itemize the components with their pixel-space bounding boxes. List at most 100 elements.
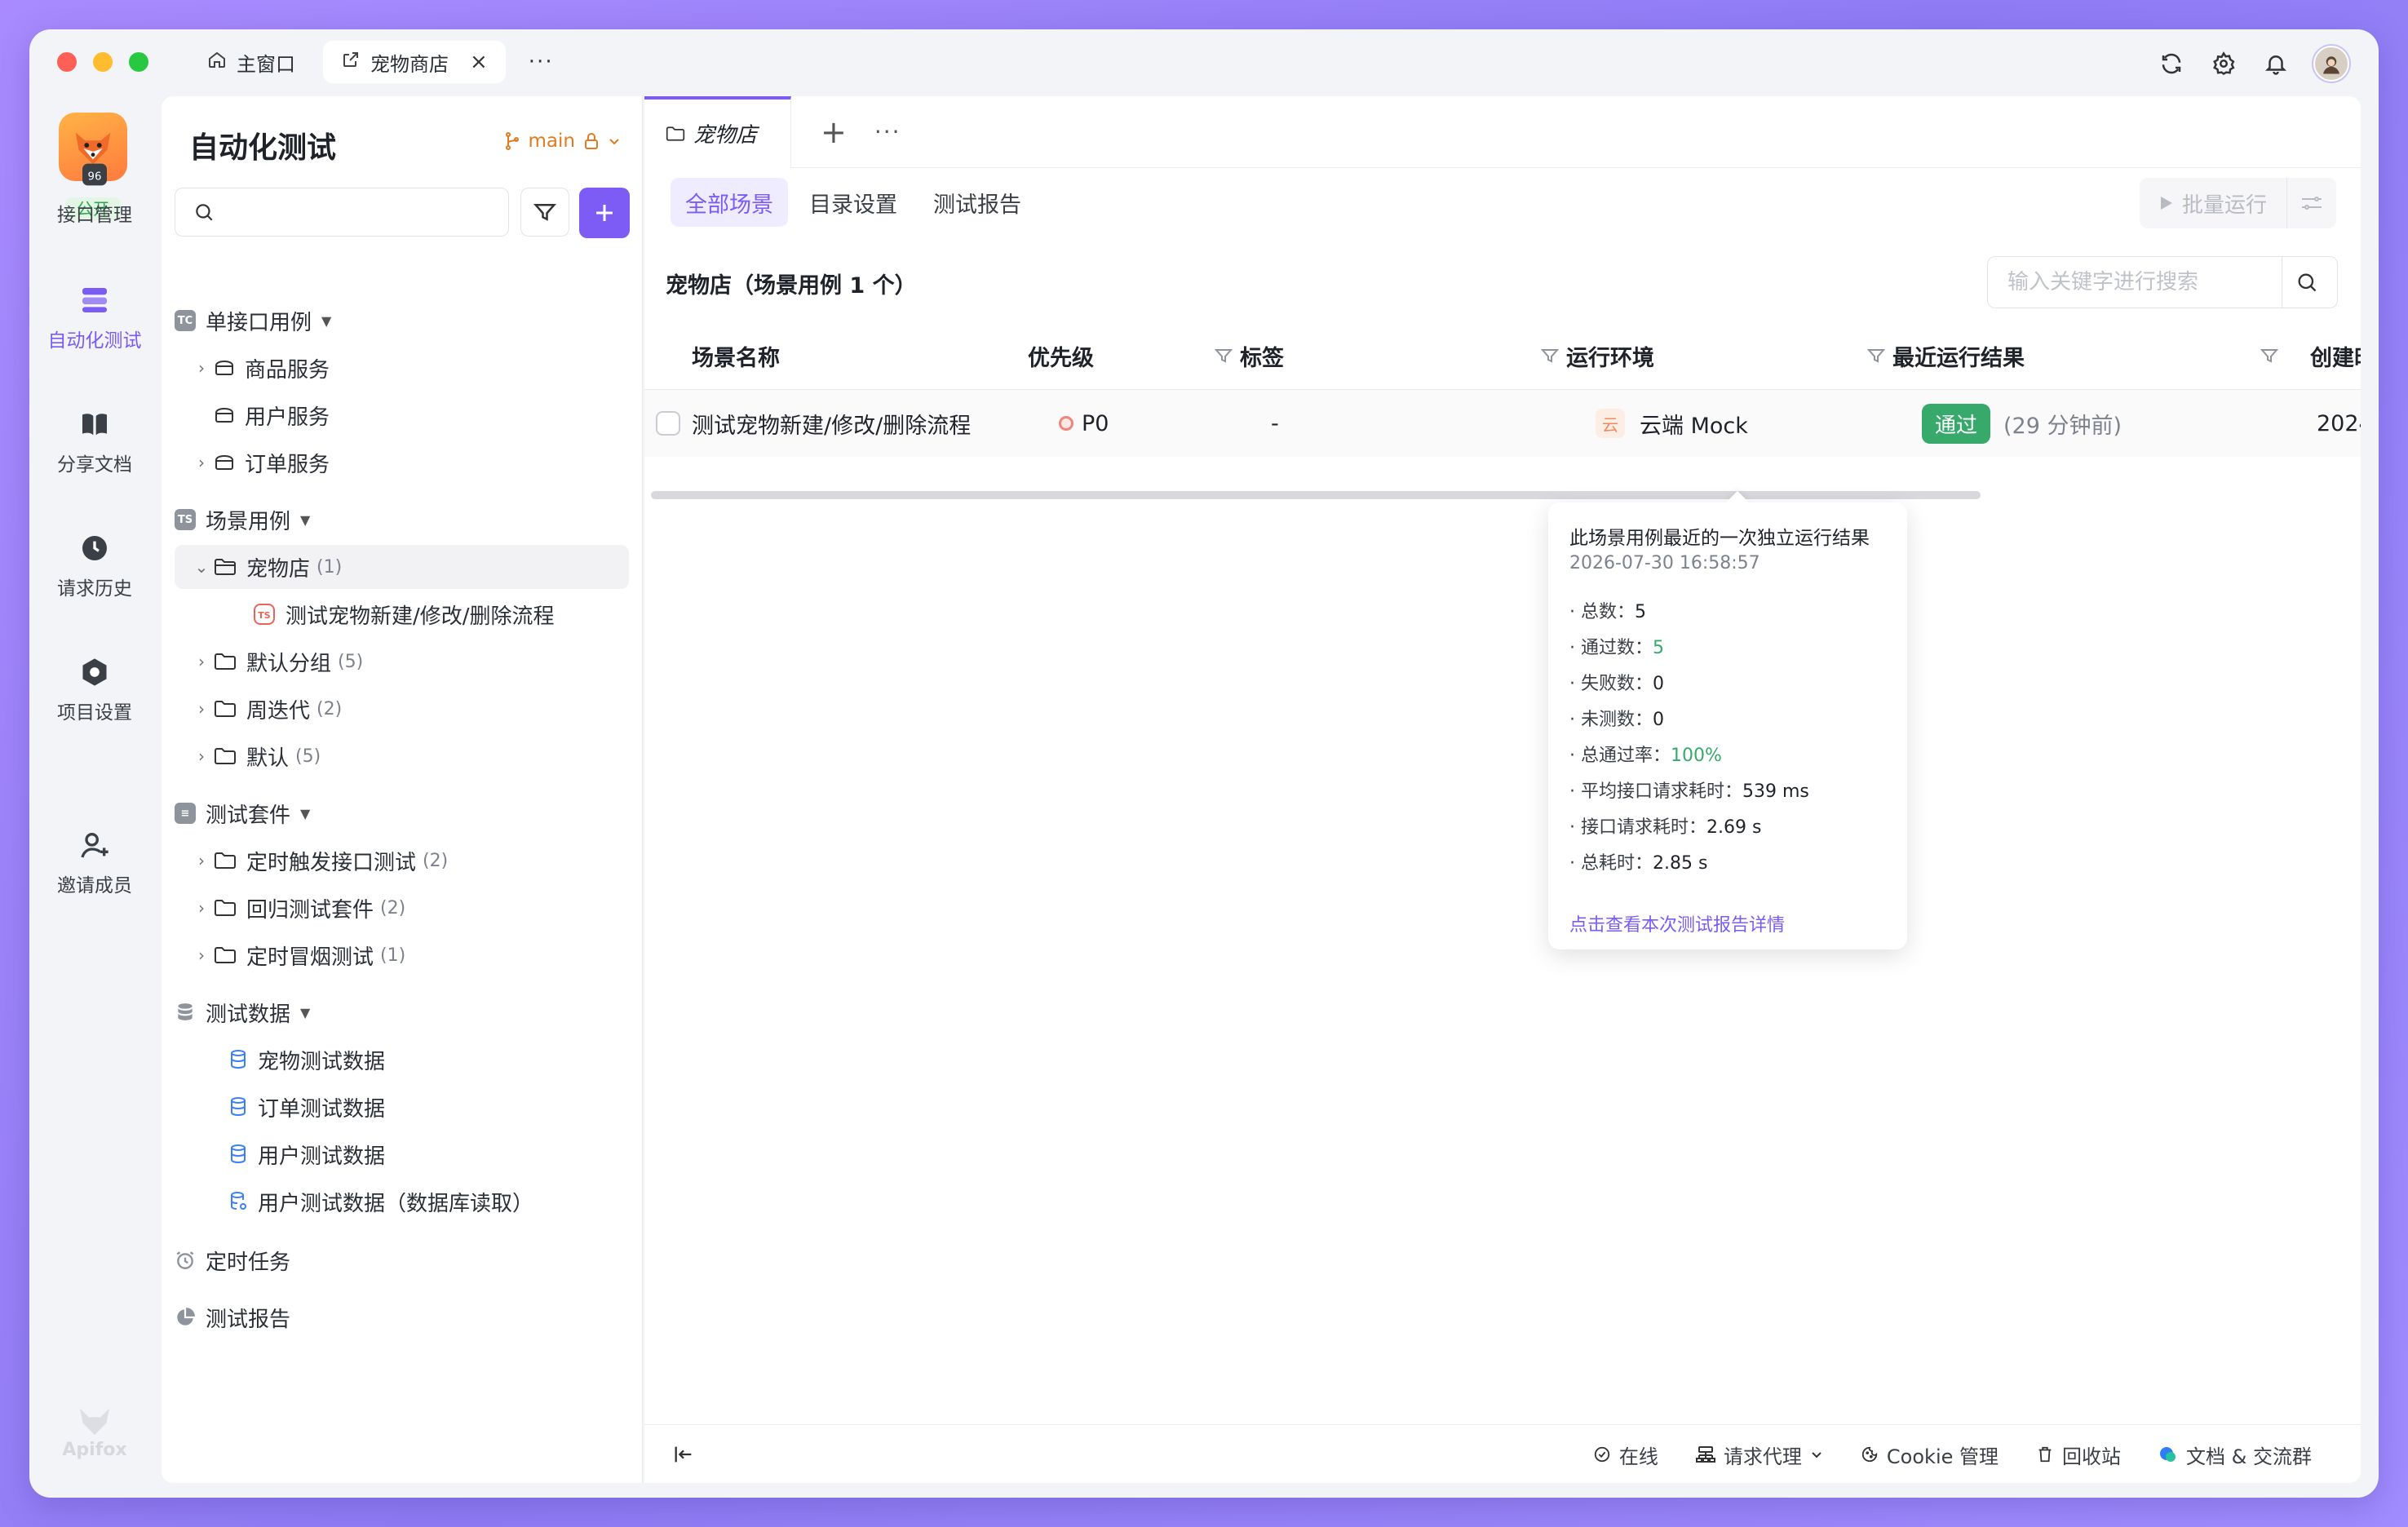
rail-item-automation[interactable]: 自动化测试 — [29, 284, 160, 352]
tree-item-regression-suite[interactable]: › 回归测试套件 (2) — [175, 886, 629, 930]
scenario-table: 场景名称 优先级 标签 运行环境 最近运行结果 创建时间 测试宠物新建/修改/删… — [644, 321, 2361, 457]
chat-icon — [2160, 1447, 2176, 1462]
tab-petstore[interactable]: 宠物店 — [644, 95, 791, 168]
column-header-priority[interactable]: 优先级 — [1028, 321, 1094, 390]
batch-settings-button[interactable] — [2287, 194, 2336, 212]
run-result-popover: 此场景用例最近的一次独立运行结果 2026-07-30 16:58:57 · 总… — [1548, 490, 1907, 949]
row-checkbox[interactable] — [656, 411, 680, 436]
tree-item-pet-data[interactable]: 宠物测试数据 — [175, 1038, 629, 1082]
window-tab-home[interactable]: 主窗口 — [189, 41, 313, 83]
section-test-data[interactable]: 测试数据 ▼ — [175, 990, 629, 1034]
tree-item-count: (5) — [295, 746, 321, 767]
tc-icon: TC — [175, 310, 196, 331]
status-badge[interactable]: 通过 — [1922, 403, 1991, 444]
clock-icon — [29, 532, 160, 564]
column-header-result[interactable]: 最近运行结果 — [1892, 321, 2025, 390]
stat-total-time: · 总耗时：2.85 s — [1569, 853, 1708, 874]
tree-item-label: 默认分组 — [246, 651, 332, 676]
tree-item-order-data[interactable]: 订单测试数据 — [175, 1085, 629, 1129]
window-tab-petstore[interactable]: 宠物商店 × — [323, 41, 506, 83]
branch-selector[interactable]: main — [504, 131, 621, 152]
sidebar-search-input[interactable] — [224, 201, 502, 224]
close-window-button[interactable] — [57, 52, 77, 72]
tree-item-weekly[interactable]: › 周迭代 (2) — [175, 687, 629, 731]
search-button[interactable] — [2282, 256, 2331, 308]
gear-icon[interactable] — [2209, 49, 2238, 78]
close-icon[interactable]: × — [470, 50, 488, 74]
tab-directory-settings[interactable]: 目录设置 — [795, 178, 912, 227]
keyword-search-input[interactable] — [1988, 270, 2282, 294]
tree-item-order-service[interactable]: › 订单服务 — [175, 440, 629, 485]
batch-run-button[interactable]: 批量运行 — [2140, 178, 2287, 228]
tree-item-user-data[interactable]: 用户测试数据 — [175, 1132, 629, 1176]
suite-icon: ≡ — [175, 803, 196, 824]
column-header-tag[interactable]: 标签 — [1240, 321, 1284, 390]
tree-item-label: 宠物测试数据 — [258, 1049, 386, 1074]
chevron-right-icon: › — [198, 652, 205, 671]
service-icon — [214, 454, 235, 471]
tree-item-user-service[interactable]: 用户服务 — [175, 393, 629, 437]
rail-item-invite[interactable]: 邀请成员 — [29, 829, 160, 897]
caret-down-icon: ▼ — [300, 1004, 311, 1020]
tree-item-default-group[interactable]: › 默认分组 (5) — [175, 640, 629, 684]
tree-item-count: (2) — [316, 698, 343, 719]
docs-community[interactable]: 文档 & 交流群 — [2158, 1441, 2312, 1469]
zoom-window-button[interactable] — [129, 52, 148, 72]
rail-item-api[interactable]: 96 接口管理 — [29, 158, 160, 227]
tree-item-scenario-case[interactable]: TS 测试宠物新建/修改/删除流程 — [175, 592, 629, 636]
row-name[interactable]: 测试宠物新建/修改/删除流程 — [692, 390, 971, 457]
cookie-icon — [1861, 1446, 1878, 1463]
title-bar: 主窗口 宠物商店 × ··· — [29, 29, 2379, 95]
recycle-bin[interactable]: 回收站 — [2036, 1441, 2121, 1469]
tab-all-scenarios[interactable]: 全部场景 — [671, 178, 788, 227]
left-rail: 公开 96 接口管理 自动化测试 分享文档 请求历史 项目设置 邀请成员 Api… — [29, 95, 160, 1498]
tree-item-default[interactable]: › 默认 (5) — [175, 734, 629, 778]
collapse-sidebar-icon[interactable] — [672, 1443, 695, 1469]
section-test-reports[interactable]: 测试报告 — [175, 1295, 629, 1339]
user-avatar[interactable] — [2313, 46, 2349, 82]
column-filter-icon[interactable] — [2260, 346, 2279, 365]
column-header-env[interactable]: 运行环境 — [1566, 321, 1654, 390]
more-icon[interactable]: ··· — [874, 118, 901, 145]
column-header-created[interactable]: 创建时间 — [2310, 321, 2361, 390]
column-filter-icon[interactable] — [1214, 346, 1233, 365]
rail-item-history[interactable]: 请求历史 — [29, 532, 160, 600]
section-single-api[interactable]: TC 单接口用例 ▼ — [175, 299, 629, 343]
online-status[interactable]: 在线 — [1593, 1441, 1658, 1469]
column-filter-icon[interactable] — [1540, 346, 1560, 365]
row-priority: P0 — [1059, 390, 1109, 457]
refresh-icon[interactable] — [2157, 49, 2186, 78]
minimize-window-button[interactable] — [93, 52, 113, 72]
data-icon — [228, 1049, 248, 1070]
section-scheduled-tasks[interactable]: 定时任务 — [175, 1238, 629, 1282]
column-filter-icon[interactable] — [1866, 346, 1886, 365]
request-proxy[interactable]: 请求代理 — [1695, 1441, 1823, 1469]
add-button[interactable] — [579, 188, 630, 238]
apifox-logo-icon — [80, 1408, 109, 1435]
report-detail-link[interactable]: 点击查看本次测试报告详情 — [1569, 910, 1785, 936]
network-icon — [1695, 1446, 1715, 1463]
rail-item-settings[interactable]: 项目设置 — [29, 656, 160, 724]
tree-item-product-service[interactable]: › 商品服务 — [175, 346, 629, 390]
brand-logo: Apifox — [29, 1405, 160, 1460]
column-header-name[interactable]: 场景名称 — [692, 321, 780, 390]
tree-item-label: 测试宠物新建/修改/删除流程 — [286, 604, 555, 629]
filter-button[interactable] — [520, 188, 569, 237]
cookie-management[interactable]: Cookie 管理 — [1861, 1441, 1999, 1469]
more-tabs-button[interactable]: ··· — [516, 50, 567, 74]
add-tab-button[interactable]: + — [821, 114, 847, 150]
tree-item-smoke-test[interactable]: › 定时冒烟测试 (1) — [175, 933, 629, 977]
tree-item-user-data-db[interactable]: 用户测试数据（数据库读取） — [175, 1180, 629, 1224]
horizontal-scrollbar[interactable] — [651, 491, 1981, 499]
chevron-right-icon: › — [198, 945, 205, 965]
bell-icon[interactable] — [2261, 49, 2291, 78]
rail-item-docs[interactable]: 分享文档 — [29, 408, 160, 476]
tree-item-scheduled-api-test[interactable]: › 定时触发接口测试 (2) — [175, 839, 629, 883]
tree-item-label: 定时冒烟测试 — [246, 945, 374, 970]
tree-item-count: (1) — [380, 945, 406, 966]
table-row[interactable]: 测试宠物新建/修改/删除流程 P0 - 云 云端 Mock 通过 (29 分钟前… — [644, 390, 2361, 457]
section-suite[interactable]: ≡ 测试套件 ▼ — [175, 791, 629, 835]
tree-item-petstore[interactable]: ⌄ 宠物店 (1) — [175, 545, 629, 589]
section-scenario[interactable]: TS 场景用例 ▼ — [175, 498, 629, 542]
tab-test-reports[interactable]: 测试报告 — [918, 178, 1036, 227]
